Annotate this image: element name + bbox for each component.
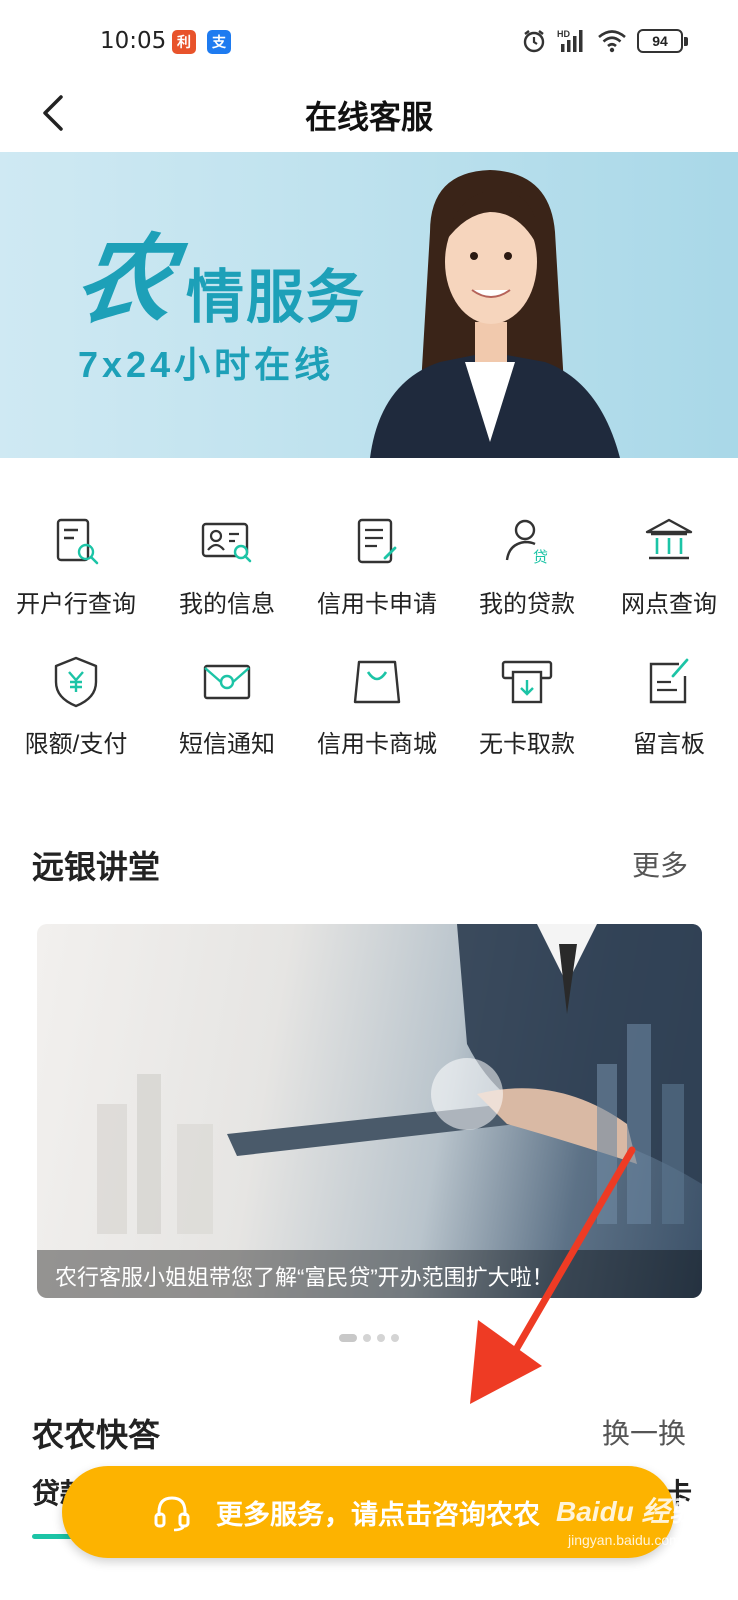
service-label: 网点查询 [621, 591, 717, 618]
service-label: 限额/支付 [24, 731, 128, 758]
status-icons: HD 94 [521, 28, 688, 54]
envelope-icon [203, 664, 251, 700]
service-row: 限额/支付 短信通知 信用卡商城 无卡取款 留言板 [0, 640, 738, 780]
carousel-dot-active[interactable] [339, 1334, 357, 1342]
headset-icon [154, 1496, 190, 1532]
cellular-signal-icon: HD [557, 29, 583, 52]
status-time: 10:05 [100, 28, 167, 54]
faq-section-title: 农农快答 [32, 1417, 161, 1453]
service-message-board[interactable]: 留言板 [602, 640, 736, 780]
service-account-bank-query[interactable]: 开户行查询 [0, 500, 152, 640]
lecture-section-title: 远银讲堂 [32, 849, 161, 885]
carousel-dot[interactable] [363, 1334, 371, 1342]
service-my-info[interactable]: 我的信息 [152, 500, 302, 640]
baidu-watermark: Baidu 经验 jingyan.baidu.com [556, 1490, 716, 1550]
carousel-dot[interactable] [377, 1334, 385, 1342]
service-label: 信用卡商城 [317, 731, 437, 758]
carousel-dot[interactable] [391, 1334, 399, 1342]
shield-yuan-icon [54, 656, 98, 708]
faq-refresh-link[interactable]: 换一换 [602, 1412, 686, 1452]
banner-subtitle: 7x24小时在线 [78, 344, 335, 385]
more-services-label: 更多服务，请点击咨询农农 [216, 1499, 540, 1530]
note-edit-icon [649, 658, 689, 704]
service-row: 开户行查询 我的信息 信用卡申请 贷 我的贷款 网点查询 [0, 500, 738, 640]
service-label: 无卡取款 [479, 731, 575, 758]
atm-withdraw-icon [501, 660, 553, 704]
promo-banner[interactable]: 农 情服务 7x24小时在线 [0, 152, 738, 458]
service-label: 留言板 [633, 731, 705, 758]
service-my-loan[interactable]: 贷 我的贷款 [452, 500, 602, 640]
alipay-app-icon: 支 [207, 30, 231, 54]
banner-logo-char: 农 [68, 223, 181, 336]
alarm-icon [523, 30, 545, 53]
service-cardless-withdraw[interactable]: 无卡取款 [452, 640, 602, 780]
top-nav-bar: 在线客服 [0, 80, 738, 152]
watermark-text: Baidu 经验 [556, 1496, 698, 1527]
lecture-more-link[interactable]: 更多 [632, 844, 688, 884]
svg-text:贷: 贷 [533, 548, 548, 566]
service-label: 开户行查询 [16, 591, 136, 618]
status-bar: 10:05 利 支 HD 94 [0, 0, 738, 88]
service-branch-query[interactable]: 网点查询 [602, 500, 736, 640]
service-label: 我的贷款 [479, 591, 575, 618]
page-title: 在线客服 [304, 99, 433, 135]
svg-text:HD: HD [557, 29, 570, 39]
wifi-icon [598, 30, 626, 53]
id-card-search-icon [201, 522, 252, 563]
service-label: 信用卡申请 [317, 591, 437, 618]
service-label: 短信通知 [179, 731, 275, 758]
service-credit-card-mall[interactable]: 信用卡商城 [302, 640, 452, 780]
customer-service-agent-image [370, 170, 620, 458]
service-credit-card-apply[interactable]: 信用卡申请 [302, 500, 452, 640]
service-grid: 开户行查询 我的信息 信用卡申请 贷 我的贷款 网点查询 限额/支付 短信通知 … [0, 500, 738, 780]
service-label: 我的信息 [179, 591, 275, 618]
user-loan-icon: 贷 [505, 519, 548, 566]
taobao-app-icon: 利 [172, 30, 196, 54]
document-search-icon [56, 518, 99, 565]
service-sms-notice[interactable]: 短信通知 [152, 640, 302, 780]
banner-title: 情服务 [186, 265, 367, 330]
battery-indicator: 94 [637, 29, 688, 53]
annotation-arrow-icon [470, 1146, 636, 1404]
bank-building-icon [645, 518, 693, 560]
document-edit-icon [357, 518, 397, 564]
service-limit-payment[interactable]: 限额/支付 [0, 640, 152, 780]
shopping-bag-icon [353, 660, 401, 704]
watermark-url: jingyan.baidu.com [568, 1532, 681, 1548]
